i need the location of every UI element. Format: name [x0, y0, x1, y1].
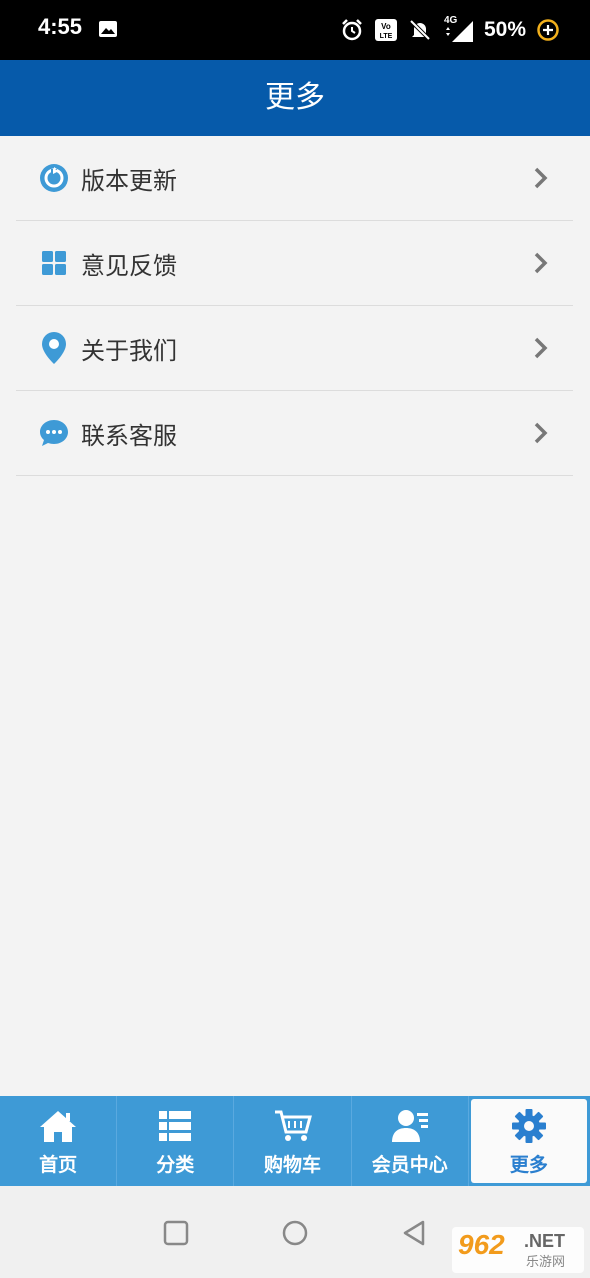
volte-icon: Vo LTE: [374, 19, 397, 41]
status-icons: Vo LTE 4G 50%: [330, 15, 560, 44]
chevron-right-icon: [534, 337, 548, 359]
menu-item-label: 意见反馈: [81, 251, 177, 280]
alarm-icon: [342, 19, 362, 41]
signal-4g-icon: 4G: [442, 15, 474, 43]
menu-item-label: 关于我们: [81, 336, 177, 365]
tab-more[interactable]: 更多: [470, 1099, 588, 1183]
member-icon: [391, 1110, 428, 1142]
svg-text:Vo: Vo: [381, 22, 391, 31]
status-bar: 4:55 Vo LTE 4G 50%: [0, 0, 590, 60]
battery-saver-icon: [537, 19, 559, 41]
chevron-right-icon: [534, 167, 548, 189]
watermark-sub: 乐游网: [526, 1255, 566, 1270]
mute-icon: [409, 19, 431, 41]
list-icon: [159, 1111, 192, 1141]
location-pin-icon: [39, 332, 69, 364]
chevron-right-icon: [534, 422, 548, 444]
tab-label: 分类: [156, 1154, 195, 1176]
chevron-right-icon: [534, 252, 548, 274]
home-icon: [40, 1111, 77, 1142]
battery-percent: 50%: [483, 18, 526, 41]
watermark-suffix: .NET: [524, 1231, 566, 1251]
menu-list: 版本更新 意见反馈 关于我们 联系客服: [16, 136, 573, 476]
tab-member-center[interactable]: 会员中心: [352, 1096, 469, 1186]
home-button-icon[interactable]: [281, 1219, 309, 1247]
cart-icon: [274, 1110, 312, 1141]
tab-label: 购物车: [264, 1154, 322, 1176]
watermark-logo: 962 .NET 乐游网: [452, 1227, 584, 1273]
image-icon: [99, 21, 117, 37]
menu-item-label: 联系客服: [81, 421, 177, 450]
menu-item-customer-service[interactable]: 联系客服: [16, 391, 573, 476]
menu-item-about-us[interactable]: 关于我们: [16, 306, 573, 391]
bottom-tab-bar: 首页 分类 购物车 会员中心 更多: [0, 1096, 590, 1186]
tab-cart[interactable]: 购物车: [234, 1096, 352, 1186]
tab-label: 首页: [39, 1154, 78, 1176]
gear-icon: [511, 1109, 546, 1143]
menu-item-feedback[interactable]: 意见反馈: [16, 221, 573, 306]
tab-home[interactable]: 首页: [0, 1096, 118, 1186]
menu-item-label: 版本更新: [81, 166, 177, 195]
tab-label: 更多: [509, 1154, 548, 1176]
tab-label: 会员中心: [371, 1154, 448, 1176]
tab-category[interactable]: 分类: [117, 1096, 235, 1186]
page-title: 更多: [265, 80, 325, 115]
watermark-main: 962: [458, 1229, 505, 1260]
chat-bubble-icon: [39, 418, 69, 448]
grid-icon: [39, 248, 69, 278]
svg-text:LTE: LTE: [380, 33, 393, 40]
menu-item-version-update[interactable]: 版本更新: [16, 136, 573, 221]
recent-apps-icon[interactable]: [162, 1219, 190, 1247]
refresh-globe-icon: [39, 163, 69, 193]
status-time: 4:55: [38, 14, 83, 39]
app-header: 更多: [0, 60, 590, 136]
back-icon[interactable]: [400, 1219, 428, 1247]
